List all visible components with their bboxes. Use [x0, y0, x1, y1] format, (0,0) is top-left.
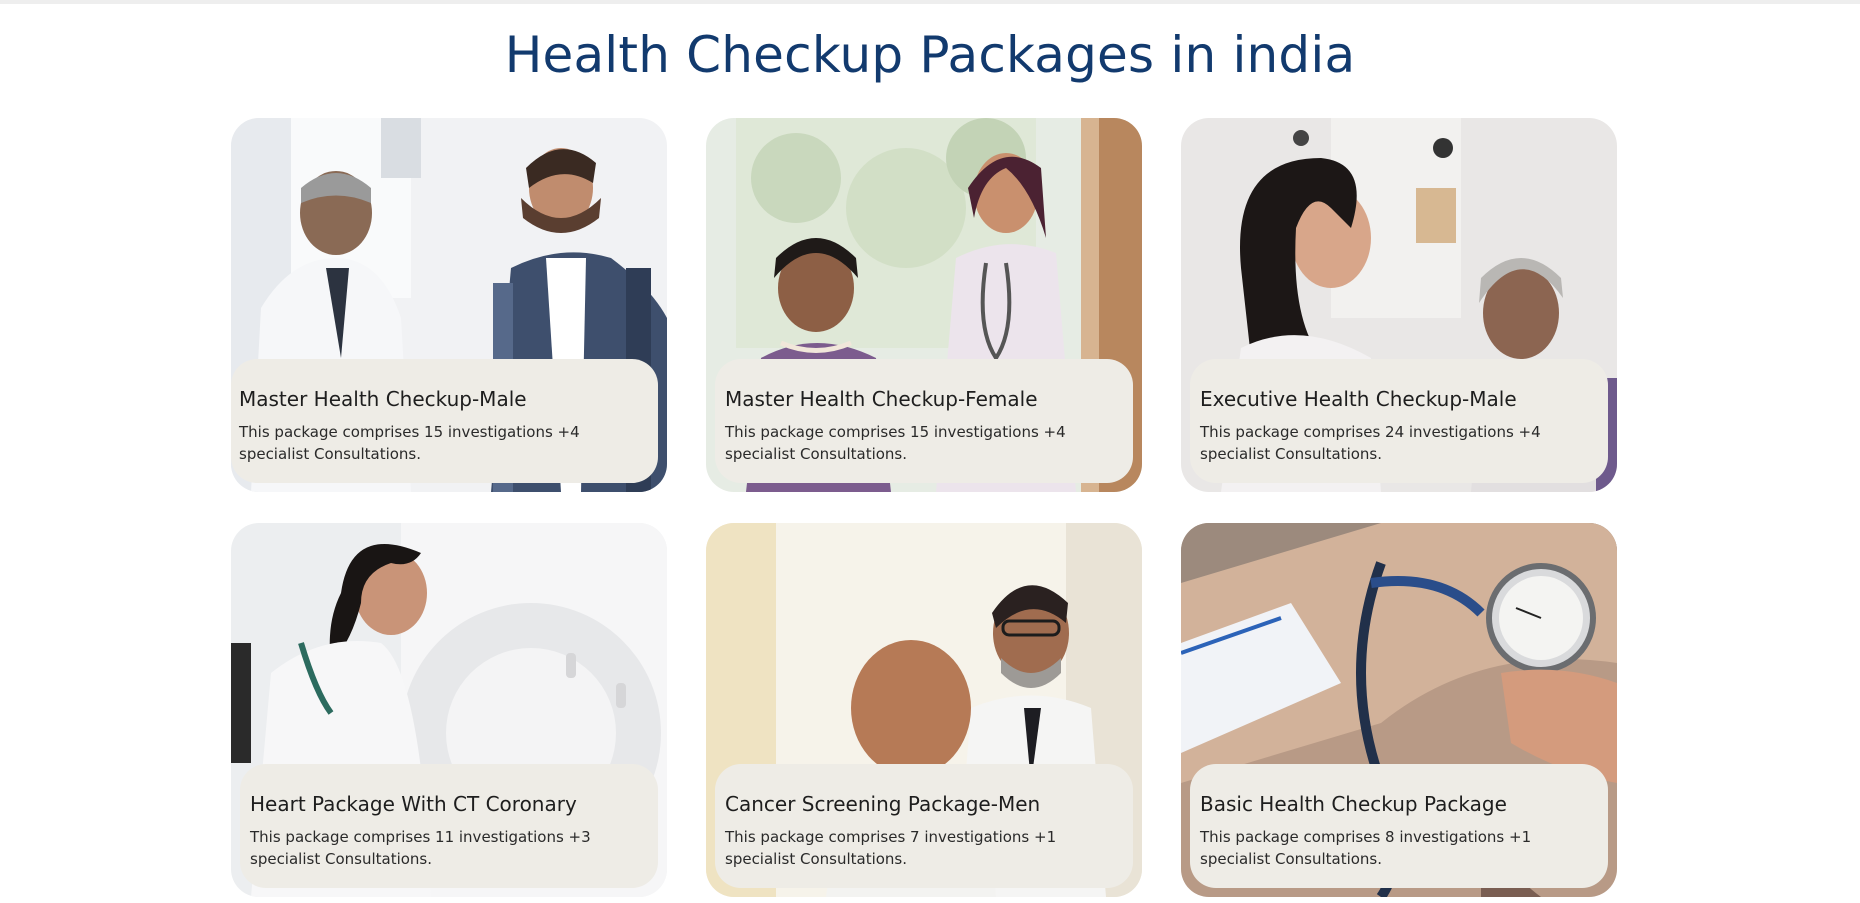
- page-title: Health Checkup Packages in india: [504, 26, 1356, 84]
- package-info-box: Master Health Checkup-Male This package …: [231, 359, 658, 483]
- package-info-box: Heart Package With CT Coronary This pack…: [240, 764, 658, 888]
- package-title[interactable]: Basic Health Checkup Package: [1200, 792, 1598, 816]
- package-title[interactable]: Master Health Checkup-Male: [239, 387, 648, 411]
- package-info-box: Cancer Screening Package-Men This packag…: [715, 764, 1133, 888]
- top-divider: [0, 0, 1860, 4]
- package-title[interactable]: Master Health Checkup-Female: [725, 387, 1123, 411]
- package-info-box: Executive Health Checkup-Male This packa…: [1190, 359, 1608, 483]
- package-description: This package comprises 8 investigations …: [1200, 828, 1532, 868]
- package-title[interactable]: Heart Package With CT Coronary: [250, 792, 648, 816]
- package-card-basic[interactable]: Basic Health Checkup Package This packag…: [1181, 523, 1617, 897]
- packages-grid: Master Health Checkup-Male This package …: [231, 118, 1617, 897]
- package-info-box: Basic Health Checkup Package This packag…: [1190, 764, 1608, 888]
- package-description: This package comprises 11 investigations…: [250, 828, 591, 868]
- package-description: This package comprises 15 investigations…: [239, 423, 580, 463]
- package-card-heart-ct[interactable]: S ers Heart Package With CT Coronary Thi…: [231, 523, 667, 897]
- package-description: This package comprises 7 investigations …: [725, 828, 1057, 868]
- package-description: This package comprises 15 investigations…: [725, 423, 1066, 463]
- package-card-master-female[interactable]: Master Health Checkup-Female This packag…: [706, 118, 1142, 492]
- package-description: This package comprises 24 investigations…: [1200, 423, 1541, 463]
- package-card-master-male[interactable]: Master Health Checkup-Male This package …: [231, 118, 667, 492]
- package-title[interactable]: Executive Health Checkup-Male: [1200, 387, 1598, 411]
- package-title[interactable]: Cancer Screening Package-Men: [725, 792, 1123, 816]
- package-card-cancer-men[interactable]: Cancer Screening Package-Men This packag…: [706, 523, 1142, 897]
- package-card-executive-male[interactable]: Executive Health Checkup-Male This packa…: [1181, 118, 1617, 492]
- package-info-box: Master Health Checkup-Female This packag…: [715, 359, 1133, 483]
